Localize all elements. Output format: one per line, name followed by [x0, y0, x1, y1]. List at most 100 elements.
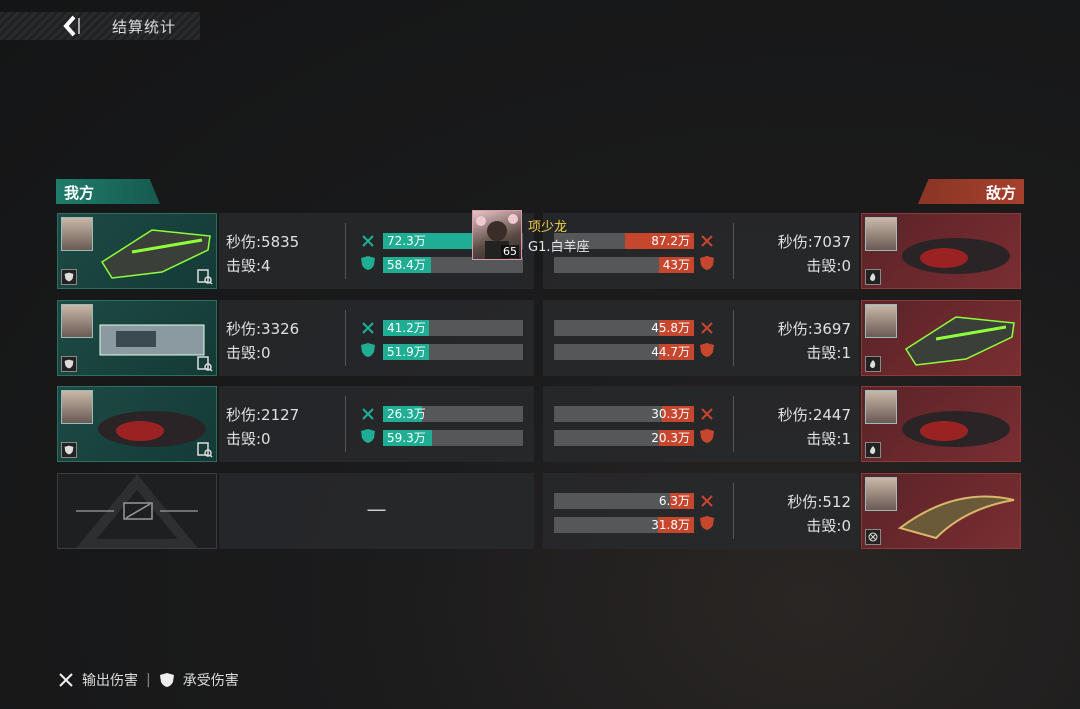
damage-out-icon — [700, 493, 714, 512]
damage-in-icon — [699, 428, 715, 448]
damage-out-value: 30.3万 — [651, 407, 690, 421]
damage-out-icon — [700, 320, 714, 339]
damage-in-bar: 51.9万 — [383, 344, 523, 360]
enemy-ship-card[interactable] — [861, 386, 1021, 462]
dps-label: 秒伤:5835 — [226, 233, 300, 251]
damage-in-value: 51.9万 — [387, 345, 426, 359]
kills-label: 击毁:0 — [226, 344, 271, 362]
damage-out-value: 6.3万 — [658, 494, 690, 508]
dps-label: 秒伤:2127 — [226, 406, 300, 424]
damage-in-bar: 59.3万 — [383, 430, 523, 446]
ship-detail-icon[interactable] — [197, 269, 213, 285]
pilot-avatar — [865, 477, 897, 511]
enemy-stats-row: 45.8万 44.7万 秒伤:3697 击毁:1 — [543, 300, 859, 376]
damage-in-icon — [699, 255, 715, 275]
ally-side-label: 我方 — [56, 179, 160, 204]
shield-icon — [159, 673, 174, 687]
player-level: 65 — [501, 245, 519, 258]
pilot-avatar — [61, 304, 93, 338]
damage-in-value: 43万 — [662, 258, 690, 272]
damage-out-icon — [700, 233, 714, 252]
damage-out-value: 45.8万 — [651, 321, 690, 335]
empty-slot-icon — [75, 474, 199, 549]
damage-out-bar: 45.8万 — [554, 320, 694, 336]
damage-in-value: 44.7万 — [651, 345, 690, 359]
damage-out-icon — [700, 406, 714, 425]
page-title: 结算统计 — [112, 18, 177, 36]
enemy-ship-card[interactable] — [861, 213, 1021, 289]
damage-out-bar: 26.3万 — [383, 406, 523, 422]
ally-ship-card[interactable] — [57, 300, 217, 376]
damage-in-value: 31.8万 — [651, 518, 690, 532]
flame-role-icon — [865, 356, 881, 372]
row-divider — [733, 483, 734, 539]
ally-stats-row: 秒伤:3326 击毁:0 41.2万 51.9万 — [219, 300, 534, 376]
empty-row-dash: — — [366, 497, 387, 521]
damage-in-icon — [360, 428, 376, 448]
pilot-avatar — [61, 217, 93, 251]
enemy-ship-card[interactable] — [861, 473, 1021, 549]
row-divider — [733, 223, 734, 279]
player-group: G1.白羊座 — [528, 240, 590, 255]
row-divider — [345, 223, 346, 279]
row-divider — [345, 396, 346, 452]
row-divider — [733, 310, 734, 366]
row-divider — [733, 396, 734, 452]
target-role-icon — [865, 529, 881, 545]
ship-detail-icon[interactable] — [197, 356, 213, 372]
ally-ship-card[interactable] — [57, 213, 217, 289]
damage-out-value: 72.3万 — [387, 234, 426, 248]
damage-in-value: 58.4万 — [387, 258, 426, 272]
legend: 输出伤害 | 承受伤害 — [58, 670, 239, 690]
damage-in-value: 59.3万 — [387, 431, 426, 445]
enemy-ship-card[interactable] — [861, 300, 1021, 376]
damage-out-icon — [361, 406, 375, 425]
legend-output-label: 输出伤害 — [82, 673, 138, 689]
damage-out-icon — [361, 233, 375, 252]
kills-label: 击毁:1 — [806, 430, 851, 448]
enemy-stats-row: 6.3万 31.8万 秒伤:512 击毁:0 — [543, 473, 859, 549]
ally-ship-card[interactable] — [57, 386, 217, 462]
legend-separator: | — [146, 672, 151, 688]
crossed-swords-icon — [59, 673, 73, 687]
dps-label: 秒伤:7037 — [777, 233, 851, 251]
damage-out-bar: 41.2万 — [383, 320, 523, 336]
damage-in-bar: 44.7万 — [554, 344, 694, 360]
player-card[interactable]: 65 项少龙 G1.白羊座 — [472, 210, 632, 260]
back-chevron-icon[interactable] — [60, 14, 86, 38]
damage-in-icon — [699, 342, 715, 362]
damage-in-bar: 31.8万 — [554, 517, 694, 533]
row-divider — [345, 310, 346, 366]
enemy-side-label: 敌方 — [918, 179, 1024, 204]
dps-label: 秒伤:3326 — [226, 320, 300, 338]
shield-role-icon — [61, 442, 77, 458]
damage-out-value: 26.3万 — [387, 407, 426, 421]
ally-side-text: 我方 — [64, 184, 95, 202]
enemy-stats-row: 30.3万 20.3万 秒伤:2447 击毁:1 — [543, 386, 859, 462]
damage-out-bar: 6.3万 — [554, 493, 694, 509]
kills-label: 击毁:0 — [806, 517, 851, 535]
player-avatar: 65 — [472, 210, 522, 260]
damage-out-icon — [361, 320, 375, 339]
pilot-avatar — [865, 217, 897, 251]
damage-in-icon — [699, 515, 715, 535]
empty-row-panel: — — [219, 473, 534, 549]
shield-role-icon — [61, 269, 77, 285]
flame-role-icon — [865, 269, 881, 285]
dps-label: 秒伤:2447 — [777, 406, 851, 424]
shield-role-icon — [61, 356, 77, 372]
damage-out-value: 87.2万 — [651, 234, 690, 248]
damage-in-icon — [360, 342, 376, 362]
enemy-side-text: 敌方 — [985, 184, 1016, 202]
damage-out-value: 41.2万 — [387, 321, 426, 335]
kills-label: 击毁:1 — [806, 344, 851, 362]
pilot-avatar — [865, 304, 897, 338]
kills-label: 击毁:0 — [226, 430, 271, 448]
pilot-avatar — [865, 390, 897, 424]
dps-label: 秒伤:512 — [787, 493, 851, 511]
ally-stats-row: 秒伤:2127 击毁:0 26.3万 59.3万 — [219, 386, 534, 462]
ship-detail-icon[interactable] — [197, 442, 213, 458]
damage-out-bar: 30.3万 — [554, 406, 694, 422]
empty-ship-slot — [57, 473, 217, 549]
player-name: 项少龙 — [528, 220, 568, 235]
